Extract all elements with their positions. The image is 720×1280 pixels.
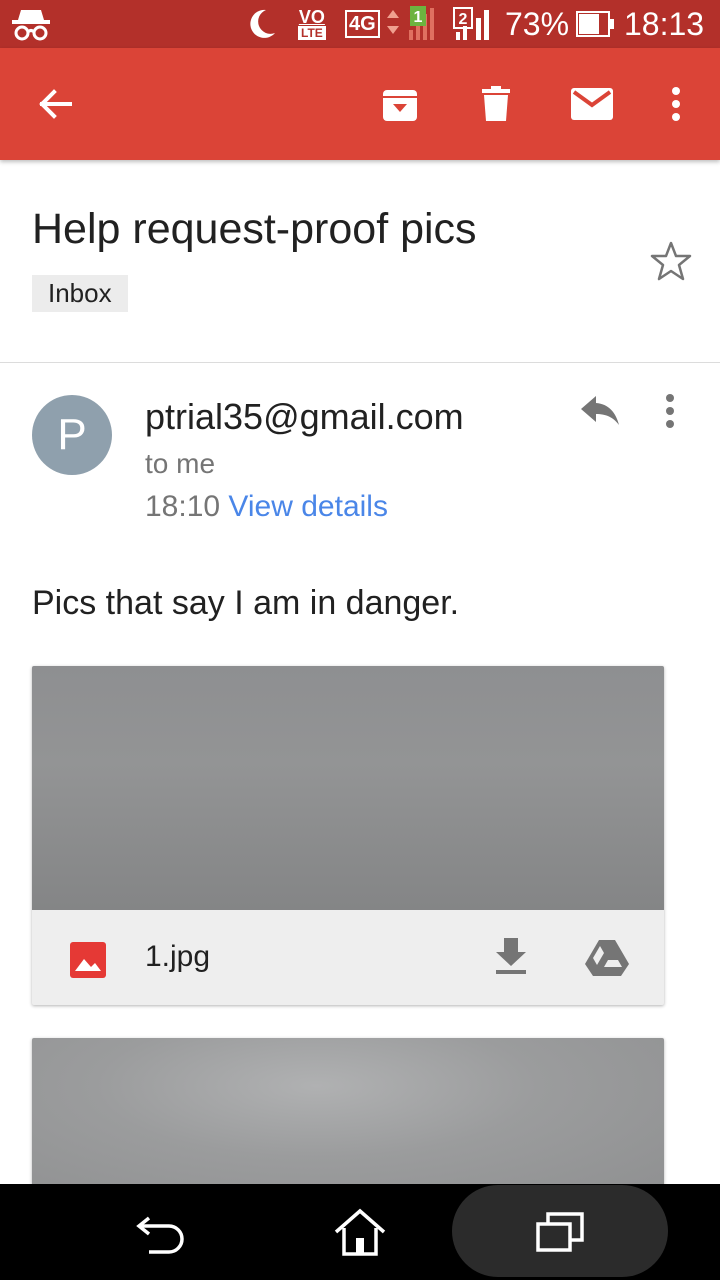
signal-sim2-icon: 2 — [452, 0, 496, 48]
received-time: 18:10 — [145, 490, 221, 523]
battery-percent: 73% — [505, 5, 570, 42]
star-icon[interactable] — [650, 240, 692, 287]
app-bar — [0, 48, 720, 160]
reply-icon[interactable] — [578, 390, 622, 435]
navigation-buttons — [0, 1184, 720, 1280]
attachment-thumbnail[interactable] — [32, 666, 664, 910]
save-to-drive-icon[interactable] — [584, 938, 630, 983]
sender-avatar[interactable]: P — [32, 395, 112, 475]
svg-text:1: 1 — [414, 9, 423, 26]
message-more-icon[interactable] — [664, 392, 676, 435]
svg-text:2: 2 — [459, 11, 468, 28]
recents-icon[interactable] — [520, 1184, 600, 1280]
inbox-label-chip[interactable]: Inbox — [32, 275, 128, 312]
archive-icon[interactable] — [364, 48, 436, 160]
incognito-icon — [10, 0, 52, 48]
attachment-thumbnail-partial[interactable] — [32, 1038, 664, 1198]
back-arrow-icon[interactable] — [20, 48, 92, 160]
clock: 18:13 — [624, 5, 705, 42]
sender-email[interactable]: ptrial35@gmail.com — [145, 396, 464, 438]
view-details-link[interactable]: View details — [228, 490, 388, 523]
time-and-details: 18:10 View details — [145, 490, 388, 524]
email-subject: Help request-proof pics — [32, 205, 477, 253]
more-vert-icon[interactable] — [650, 48, 702, 160]
divider — [0, 362, 720, 363]
volte-indicator: VO LTE — [298, 7, 326, 40]
attachment-filename: 1.jpg — [145, 940, 211, 973]
download-icon[interactable] — [494, 936, 528, 981]
image-icon — [70, 942, 106, 983]
status-bar: VO LTE 4G 1 2 73% 18:13 — [0, 0, 720, 48]
email-body: Pics that say I am in danger. — [32, 584, 460, 622]
recipient-line: to me — [145, 448, 216, 479]
battery-icon — [576, 0, 616, 48]
back-icon[interactable] — [120, 1184, 200, 1280]
attachment-card[interactable]: 1.jpg — [32, 666, 664, 1005]
mark-unread-icon[interactable] — [556, 48, 628, 160]
signal-sim1-icon: 1 — [385, 0, 445, 48]
home-icon[interactable] — [320, 1184, 400, 1280]
delete-icon[interactable] — [460, 48, 532, 160]
network-4g-badge: 4G — [345, 0, 380, 48]
do-not-disturb-moon-icon — [246, 0, 278, 48]
